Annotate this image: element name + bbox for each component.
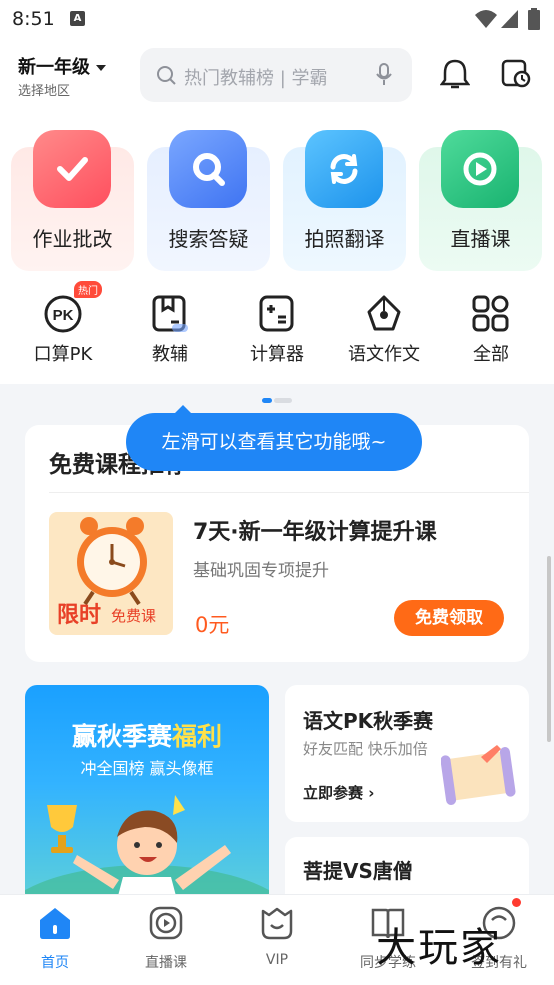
feature-label: 教辅 (152, 344, 188, 365)
feature-label: 语文作文 (348, 344, 420, 365)
claim-button[interactable]: 免费领取 (394, 600, 504, 636)
bell-icon[interactable] (440, 58, 470, 90)
feature-all[interactable]: 全部 (446, 284, 536, 374)
status-time: 8:51 (12, 8, 55, 30)
feature-label: 作业批改 (32, 227, 113, 251)
feature-guide-books[interactable]: 教辅 (125, 284, 215, 374)
course-title: 7天·新一年级计算提升课 (193, 520, 437, 545)
feature-label: 直播课 (450, 227, 511, 251)
feature-label: 口算PK (33, 344, 93, 365)
book-icon (152, 295, 188, 332)
tab-home[interactable]: 首页 (0, 905, 110, 972)
feature-label: 计算器 (250, 344, 304, 365)
autumn-contest-banner[interactable]: 赢秋季赛福利 冲全国榜 赢头像框 (25, 685, 269, 905)
course-image: 限时 免费课 (49, 512, 173, 635)
calculator-icon (259, 295, 294, 332)
limited-label: 限时 (57, 603, 102, 628)
search-input[interactable]: 热门教辅榜 | 学霸 (140, 48, 412, 102)
feature-search-answer[interactable]: 搜索答疑 (147, 130, 270, 271)
feature-mental-math-pk[interactable]: PK 热门 口算PK (18, 281, 108, 374)
feature-label: 搜索答疑 (168, 227, 249, 251)
tab-label: VIP (265, 952, 289, 968)
grid-icon (472, 295, 509, 332)
feature-live-class[interactable]: 直播课 (419, 130, 542, 271)
tab-label: 首页 (41, 955, 69, 971)
feature-calculator[interactable]: 计算器 (232, 284, 322, 374)
battery-icon (528, 8, 540, 30)
scrollbar[interactable] (547, 556, 551, 742)
microphone-icon[interactable] (376, 63, 392, 87)
a-notification-icon: A (70, 11, 85, 26)
region-selector[interactable]: 选择地区 (18, 80, 70, 99)
pk-subtitle: 好友匹配 快乐加倍 (303, 740, 428, 758)
grade-label: 新一年级 (18, 57, 90, 78)
feature-homework-check[interactable]: 作业批改 (11, 130, 134, 271)
feature-photo-translate[interactable]: 拍照翻译 (283, 130, 406, 271)
boy-trophy-illustration (25, 795, 269, 905)
caret-down-icon (96, 65, 106, 71)
promo-title: 赢秋季赛福利 (71, 722, 223, 751)
status-bar: 8:51 A (0, 0, 554, 38)
course-price: 0元 (195, 613, 230, 637)
promo-subtitle: 冲全国榜 赢头像框 (80, 759, 214, 778)
tang-title: 菩提VS唐僧 (303, 859, 413, 883)
search-q-icon (169, 130, 247, 208)
join-now-link[interactable]: 立即参赛 › (303, 782, 374, 803)
scroll-illustration (441, 745, 516, 805)
history-icon[interactable] (500, 58, 532, 90)
free-label: 免费课 (111, 607, 157, 625)
tab-label: 直播课 (145, 955, 187, 971)
wifi-icon (475, 10, 497, 28)
vip-crown-icon (261, 907, 293, 940)
search-placeholder: 热门教辅榜 | 学霸 (184, 68, 328, 89)
svg-text:PK: PK (53, 307, 74, 324)
grade-selector[interactable]: 新一年级 (18, 53, 106, 79)
feature-chinese-essay[interactable]: 语文作文 (339, 284, 429, 374)
pen-nib-icon (367, 295, 401, 331)
feature-label: 全部 (473, 344, 509, 365)
watermark: 大玩家 (376, 925, 502, 971)
course-subtitle: 基础巩固专项提升 (193, 561, 329, 581)
swipe-hint-tooltip[interactable]: 左滑可以查看其它功能哦~ (126, 405, 422, 471)
pk-title: 语文PK秋季赛 (303, 709, 434, 733)
hot-badge: 热门 (74, 281, 102, 298)
refresh-icon (305, 130, 383, 208)
tab-vip[interactable]: VIP (222, 905, 332, 968)
chinese-pk-card[interactable]: 语文PK秋季赛 好友匹配 快乐加倍 立即参赛 › (285, 685, 529, 822)
check-icon (33, 130, 111, 208)
top-bar: 新一年级 选择地区 热门教辅榜 | 学霸 (0, 38, 554, 114)
search-icon (157, 66, 176, 85)
home-icon (40, 908, 70, 939)
chevron-right-icon: › (368, 784, 375, 802)
main-content: 作业批改 搜索答疑 拍照翻译 直播课 PK 热门 口算PK 教辅 计算器 语文作… (0, 114, 554, 917)
tab-live-class[interactable]: 直播课 (111, 905, 221, 972)
notification-dot (512, 898, 521, 907)
pk-icon: PK (44, 295, 82, 333)
play-icon (149, 906, 183, 940)
signal-icon (501, 10, 518, 28)
play-tv-icon (441, 130, 519, 208)
feature-label: 拍照翻译 (304, 227, 385, 251)
